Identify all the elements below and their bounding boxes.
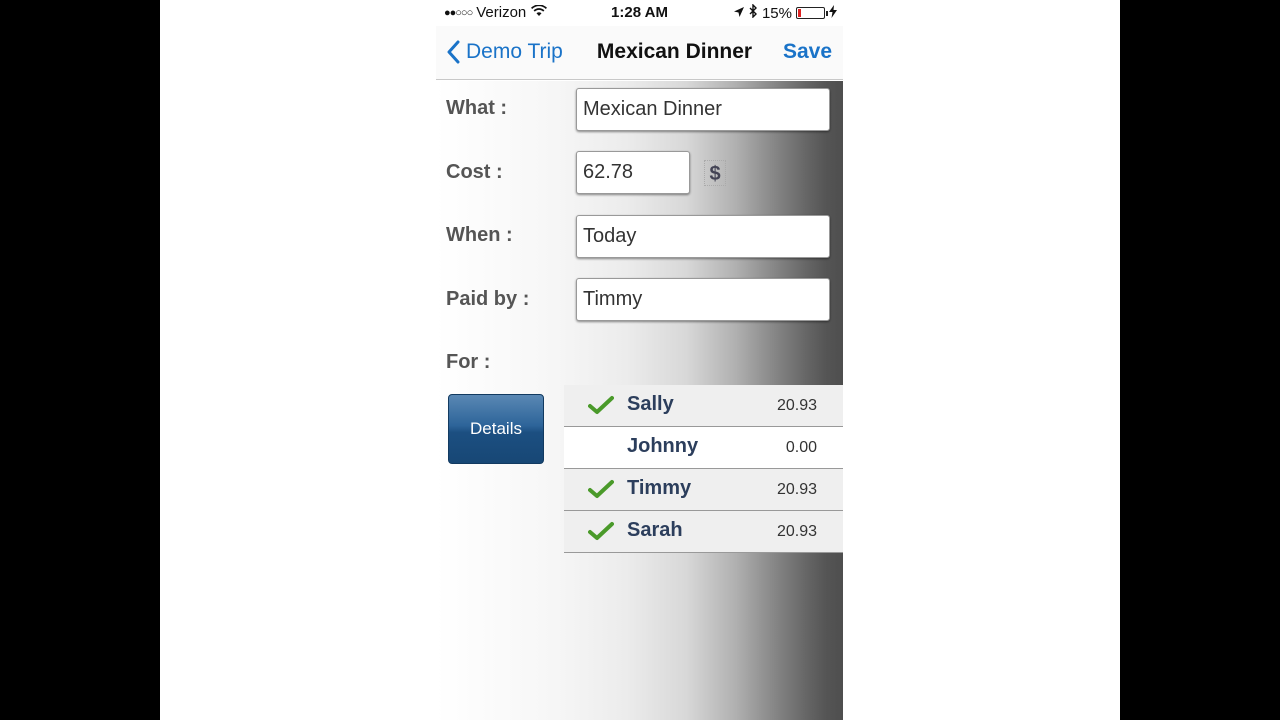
participant-row[interactable]: Sally 20.93 [564, 385, 843, 427]
when-label: When : [446, 224, 513, 246]
participants-list: Sally 20.93 Johnny 0.00 Timmy 20.93 Sara… [564, 385, 843, 553]
bluetooth-icon [749, 3, 758, 22]
participant-row[interactable]: Sarah 20.93 [564, 511, 843, 553]
for-label: For : [446, 351, 491, 373]
when-field[interactable]: Today [576, 215, 830, 258]
phone-screen: ●●○○○ Verizon 1:28 AM 15% Demo Trip Mexi… [436, 0, 843, 720]
what-label: What : [446, 97, 508, 119]
battery-icon [796, 7, 828, 19]
save-button[interactable]: Save [783, 40, 832, 64]
details-button[interactable]: Details [448, 394, 544, 464]
participant-name: Johnny [627, 435, 699, 457]
video-frame: ●●○○○ Verizon 1:28 AM 15% Demo Trip Mexi… [0, 0, 1280, 720]
navigation-bar: Demo Trip Mexican Dinner Save [436, 26, 843, 80]
participant-name: Sally [627, 393, 674, 415]
participant-name: Sarah [627, 519, 683, 541]
checkmark-icon [588, 396, 614, 414]
cost-label: Cost : [446, 161, 503, 183]
battery-percent: 15% [761, 4, 792, 22]
cost-field[interactable]: 62.78 [576, 151, 690, 194]
status-right: 15% [733, 3, 837, 22]
what-field[interactable]: Mexican Dinner [576, 88, 830, 131]
participant-amount: 20.93 [776, 523, 817, 540]
currency-button[interactable]: $ [704, 160, 726, 186]
status-bar: ●●○○○ Verizon 1:28 AM 15% [436, 0, 843, 26]
participant-row[interactable]: Johnny 0.00 [564, 427, 843, 469]
checkmark-icon [588, 522, 614, 540]
checkmark-icon [588, 480, 614, 498]
paid-by-field[interactable]: Timmy [576, 278, 830, 321]
participant-row[interactable]: Timmy 20.93 [564, 469, 843, 511]
participant-amount: 20.93 [776, 397, 817, 414]
participant-amount: 20.93 [776, 481, 817, 498]
page-title: Mexican Dinner [596, 40, 753, 63]
participant-amount: 0.00 [785, 439, 817, 456]
participant-name: Timmy [627, 477, 692, 499]
charging-icon [829, 4, 837, 22]
paid-by-label: Paid by : [446, 288, 530, 310]
location-arrow-icon [733, 5, 745, 22]
expense-form: What : Mexican Dinner Cost : 62.78 $ Whe… [436, 81, 843, 720]
